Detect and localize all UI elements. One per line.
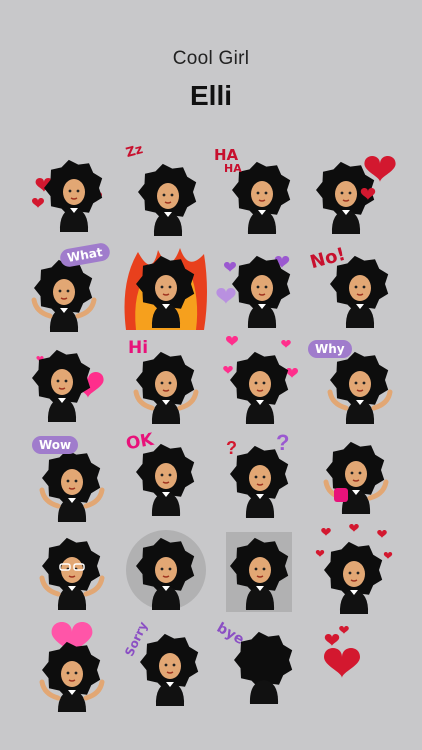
sticker-dotted-halo[interactable]	[118, 524, 212, 618]
sticker-laughing[interactable]: HA HA	[212, 146, 306, 242]
sticker-coffee[interactable]	[306, 430, 400, 524]
sticker-art	[32, 159, 103, 232]
sticker-purple-hearts[interactable]	[212, 242, 306, 336]
sticker-art	[124, 248, 207, 330]
sticker-bye[interactable]: bye	[212, 618, 306, 712]
sticker-art	[39, 622, 105, 712]
pack-subtitle: Cool Girl	[172, 48, 250, 69]
sticker-art	[216, 255, 291, 328]
wow-bubble: Wow	[32, 436, 79, 454]
sticker-why[interactable]: Why	[306, 336, 400, 430]
sticker-art	[323, 441, 389, 514]
sticker-art	[226, 532, 292, 612]
sticker-wow[interactable]: Wow	[24, 430, 118, 524]
ha-label-2: HA	[224, 162, 242, 175]
sticker-falling-hearts[interactable]	[306, 524, 400, 618]
header: Cool Girl Elli	[0, 48, 422, 112]
sticker-art	[316, 156, 396, 234]
sticker-hi[interactable]: Hi	[118, 336, 212, 430]
sticker-sleeping[interactable]: Zz	[118, 142, 212, 242]
sticker-art	[324, 626, 360, 678]
sticker-two-hearts[interactable]	[306, 618, 400, 712]
sticker-no[interactable]: No!	[306, 242, 400, 336]
sticker-holding-heart[interactable]	[24, 618, 118, 712]
hi-label: Hi	[128, 338, 149, 358]
sticker-art	[39, 537, 105, 610]
why-bubble: Why	[308, 340, 352, 358]
sticker-ok[interactable]: OK	[118, 430, 212, 524]
svg-text:?: ?	[226, 438, 237, 458]
sticker-pink-heart[interactable]	[24, 336, 118, 430]
sticker-art	[32, 349, 104, 422]
sticker-art	[138, 163, 197, 236]
sticker-rainy[interactable]	[212, 524, 306, 618]
sticker-art	[126, 530, 206, 610]
sticker-art: ??	[226, 430, 289, 518]
sticker-on-fire[interactable]	[118, 242, 212, 336]
sticker-art	[223, 336, 298, 424]
sticker-art	[315, 524, 393, 614]
sticker-glasses[interactable]	[24, 524, 118, 618]
svg-text:?: ?	[276, 430, 289, 455]
sticker-big-heart[interactable]	[306, 148, 400, 242]
sticker-sorry[interactable]: Sorry	[118, 618, 212, 712]
sticker-grid: Zz HA HA What No! Hi Why Wow OK ?? Sorry …	[24, 142, 400, 712]
sticker-love-hearts[interactable]	[212, 336, 306, 430]
sticker-what[interactable]: What	[24, 241, 118, 336]
pack-title: Elli	[189, 80, 232, 111]
sticker-hearts-hug[interactable]	[24, 148, 118, 242]
sticker-question[interactable]: ??	[212, 430, 306, 524]
